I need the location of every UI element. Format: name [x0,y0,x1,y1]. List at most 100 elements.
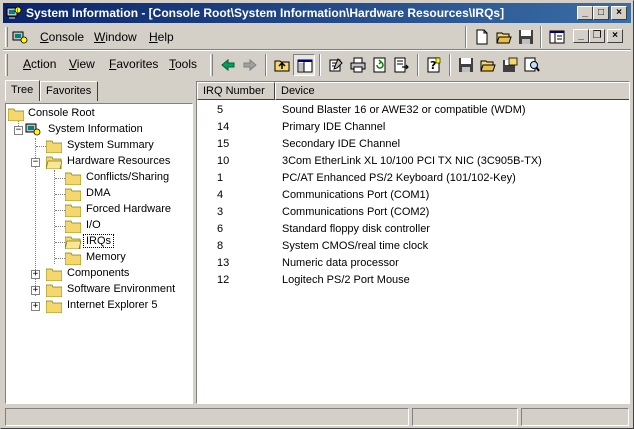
find-button[interactable] [521,54,543,76]
tree-expander[interactable]: + [31,270,40,279]
up-folder-icon [274,60,290,72]
title-bar[interactable]: i System Information - [Console Root\Sys… [3,3,631,23]
tree-node-io[interactable]: I/O [65,218,192,234]
device-name: Logitech PS/2 Port Mouse [282,274,410,286]
folder-icon [65,172,81,185]
folder-icon [65,252,81,265]
show-hide-console-tree-button[interactable] [546,26,568,48]
properties-button[interactable] [325,54,347,76]
tree-node-irqs[interactable]: IRQs [65,234,192,250]
device-name: Standard floppy disk controller [282,223,430,235]
column-header-irq-number[interactable]: IRQ Number [197,82,275,100]
irq-number: 13 [217,257,230,269]
toolbar-separator [319,54,321,76]
list-item[interactable]: 3 Communications Port (COM2) [197,204,629,221]
status-bar [3,407,631,427]
close-button[interactable]: × [611,6,627,20]
tree-node-conflicts-sharing[interactable]: Conflicts/Sharing [65,170,192,186]
child-close-button[interactable]: × [607,29,623,43]
list-item[interactable]: 10 3Com EtherLink XL 10/100 PCI TX NIC (3… [197,153,629,170]
tree-node-internet-explorer-5[interactable]: + Internet Explorer 5 [30,298,192,314]
forward-button[interactable] [239,54,261,76]
save-console-button[interactable] [515,26,537,48]
new-console-button[interactable] [471,26,493,48]
tree-label: DMA [86,187,111,199]
list-item[interactable]: 15 Secondary IDE Channel [197,136,629,153]
menu-tools[interactable]: Tools [169,57,197,71]
console-menu-icon[interactable] [12,30,28,46]
menu-view[interactable]: View [69,57,95,71]
back-button[interactable] [217,54,239,76]
tree-node-system-summary[interactable]: System Summary [46,138,192,154]
save-nfo-button[interactable] [455,54,477,76]
tree-expander[interactable]: − [14,126,23,135]
device-name: Communications Port (COM1) [282,189,430,201]
column-header-device[interactable]: Device [275,82,629,100]
open-console-button[interactable] [493,26,515,48]
folder-icon [8,108,24,121]
export-list-button[interactable] [391,54,413,76]
svg-text:i: i [17,8,18,14]
list-item[interactable]: 5 Sound Blaster 16 or AWE32 or compatible… [197,102,629,119]
minimize-button[interactable]: _ [577,6,593,20]
back-arrow-icon [221,58,235,72]
menubar-grip[interactable] [5,27,8,47]
list-item[interactable]: 4 Communications Port (COM1) [197,187,629,204]
tab-favorites[interactable]: Favorites [40,81,98,101]
tree-expander[interactable]: + [31,286,40,295]
menu-favorites[interactable]: Favorites [109,57,158,71]
child-restore-button[interactable]: ❐ [589,29,605,43]
toolbar-grip[interactable] [210,54,213,76]
list-item[interactable]: 1 PC/AT Enhanced PS/2 Keyboard (101/102-K… [197,170,629,187]
system-information-icon [25,123,41,136]
tree-node-forced-hardware[interactable]: Forced Hardware [65,202,192,218]
maximize-button[interactable]: □ [593,6,609,20]
list-item[interactable]: 13 Numeric data processor [197,255,629,272]
tree-node-components[interactable]: + Components [30,266,192,282]
console-tree[interactable]: Console Root − System Information System… [5,103,193,404]
save-report-button[interactable] [499,54,521,76]
refresh-button[interactable] [369,54,391,76]
irq-number: 15 [217,138,230,150]
help-button[interactable]: ? [423,54,445,76]
toolbar-separator [465,26,467,48]
minimize-icon: _ [578,30,584,41]
menu-window[interactable]: Window [94,30,137,44]
printer-icon [350,57,366,73]
menu-console[interactable]: Console [40,30,84,44]
result-list-view[interactable]: IRQ Number Device 5 Sound Blaster 16 or A… [196,81,630,404]
menu-help[interactable]: Help [149,30,174,44]
actionbar-grip[interactable] [5,54,8,76]
tree-node-console-root[interactable]: Console Root [8,106,188,122]
tab-tree[interactable]: Tree [5,80,40,101]
tree-node-software-environment[interactable]: + Software Environment [30,282,192,298]
tree-node-hardware-resources[interactable]: − Hardware Resources [30,154,192,170]
irq-number: 3 [217,206,224,218]
irq-number: 12 [217,274,230,286]
folder-icon [46,300,62,313]
expand-icon: + [32,301,39,311]
list-item[interactable]: 14 Primary IDE Channel [197,119,629,136]
tree-expander[interactable]: − [31,158,40,167]
irq-number: 4 [217,189,224,201]
refresh-icon [373,57,386,73]
show-hide-tree-button[interactable] [293,54,315,76]
tree-connector [55,242,65,243]
close-icon: × [612,30,618,41]
system-information-app-icon[interactable]: i [6,5,22,21]
device-name: Communications Port (COM2) [282,206,430,218]
child-minimize-button[interactable]: _ [573,29,589,43]
menu-action[interactable]: Action [23,57,56,71]
up-one-level-button[interactable] [271,54,293,76]
tree-expander[interactable]: + [31,302,40,311]
tree-node-system-information[interactable]: − System Information [10,122,190,138]
tree-node-memory[interactable]: Memory [65,250,192,266]
open-nfo-button[interactable] [477,54,499,76]
print-button[interactable] [347,54,369,76]
status-panel-main [5,408,409,426]
tree-node-dma[interactable]: DMA [65,186,192,202]
forward-arrow-icon [243,58,257,72]
list-item[interactable]: 6 Standard floppy disk controller [197,221,629,238]
list-item[interactable]: 12 Logitech PS/2 Port Mouse [197,272,629,289]
list-item[interactable]: 8 System CMOS/real time clock [197,238,629,255]
